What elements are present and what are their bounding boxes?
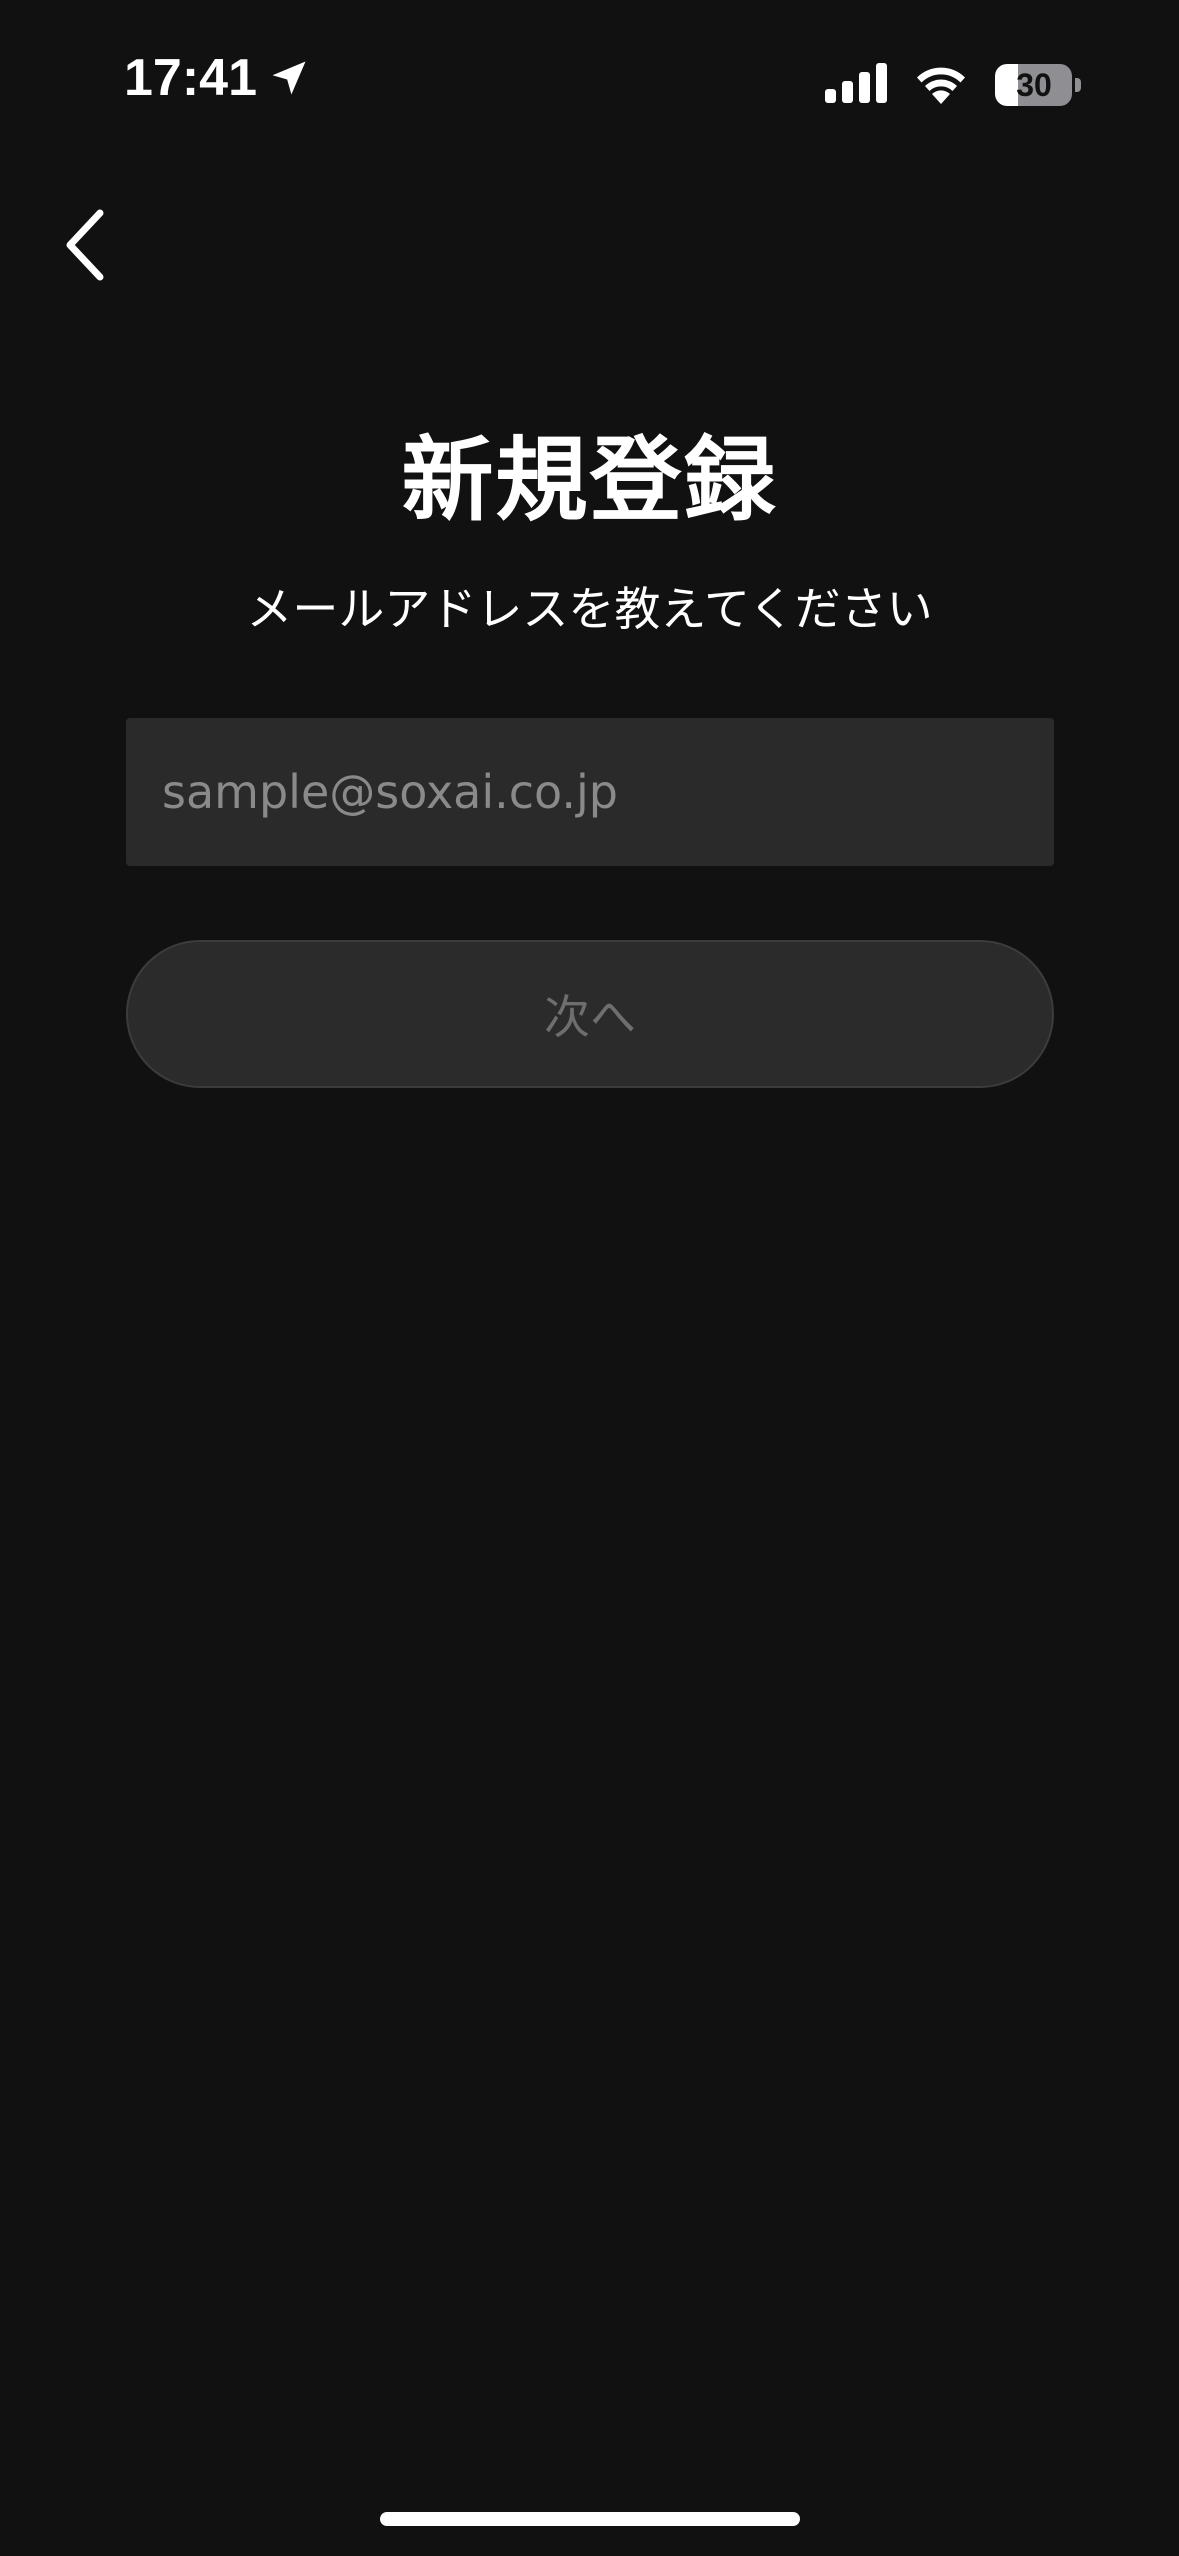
battery-body: 30	[995, 64, 1073, 106]
cellular-signal-icon	[825, 63, 887, 107]
page-title: 新規登録	[401, 427, 778, 534]
battery-cap	[1075, 78, 1081, 92]
wifi-icon	[913, 62, 969, 108]
location-arrow-icon	[267, 56, 311, 100]
next-button[interactable]: 次へ	[126, 940, 1054, 1088]
status-indicators: 30	[825, 62, 1081, 108]
back-button[interactable]	[40, 190, 130, 300]
status-time-group: 17:41	[124, 52, 311, 104]
home-indicator[interactable]	[380, 2512, 800, 2526]
email-input[interactable]	[126, 718, 1054, 866]
status-time: 17:41	[124, 49, 257, 107]
page-subtitle: メールアドレスを教えてください	[246, 582, 933, 636]
battery-icon: 30	[995, 64, 1081, 106]
next-button-label: 次へ	[544, 990, 636, 1044]
signup-email-screen: 17:41 30 新規登録 メールアドレスを教えてください sample@sox…	[0, 0, 1179, 2556]
chevron-left-icon	[66, 209, 104, 281]
battery-level: 30	[1016, 66, 1052, 103]
status-bar: 17:41 30	[0, 0, 1179, 150]
